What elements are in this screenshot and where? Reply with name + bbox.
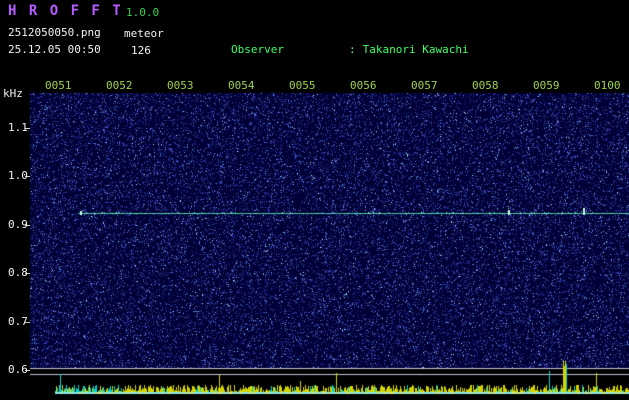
spectrogram-canvas (0, 78, 629, 400)
app-title: H R O F F T (8, 3, 123, 19)
freq-tick-mark (25, 321, 30, 323)
khz-unit-label: kHz (3, 87, 23, 100)
info-row: Observer: Takanori Kawachi (178, 30, 601, 69)
datetime-label: 25.12.05 00:50 (8, 43, 101, 56)
freq-tick-mark (25, 273, 30, 275)
time-tick-label: 0056 (350, 79, 377, 92)
info-separator: : (348, 43, 356, 56)
app-version: 1.0.0 (126, 6, 160, 19)
time-tick-label: 0054 (228, 79, 255, 92)
freq-tick-mark (25, 176, 30, 178)
time-tick-label: 0055 (289, 79, 316, 92)
hrofft-window: H R O F F T 1.0.0 2512050050.png meteor … (0, 0, 629, 400)
time-tick-label: 0053 (167, 79, 194, 92)
freq-tick-mark (25, 128, 30, 129)
spectrogram: kHz 0051 0052 0053 0054 0055 0056 0057 0058 0059… (0, 78, 629, 400)
time-tick-label: 0059 (533, 79, 560, 92)
time-tick-label: 0058 (472, 79, 499, 92)
output-filename: 2512050050.png (8, 26, 101, 39)
time-tick-label: 0057 (411, 79, 438, 92)
time-tick-label: 0051 (45, 79, 72, 92)
freq-tick-mark (25, 224, 30, 226)
freq-tick-mark (25, 370, 30, 371)
time-tick-label: 0052 (106, 79, 133, 92)
mode-label: meteor (124, 27, 164, 40)
info-label: Observer (230, 43, 284, 56)
meteor-count: 126 (131, 44, 151, 57)
time-tick-label: 0100 (594, 79, 621, 92)
info-value: Takanori Kawachi (362, 43, 469, 56)
